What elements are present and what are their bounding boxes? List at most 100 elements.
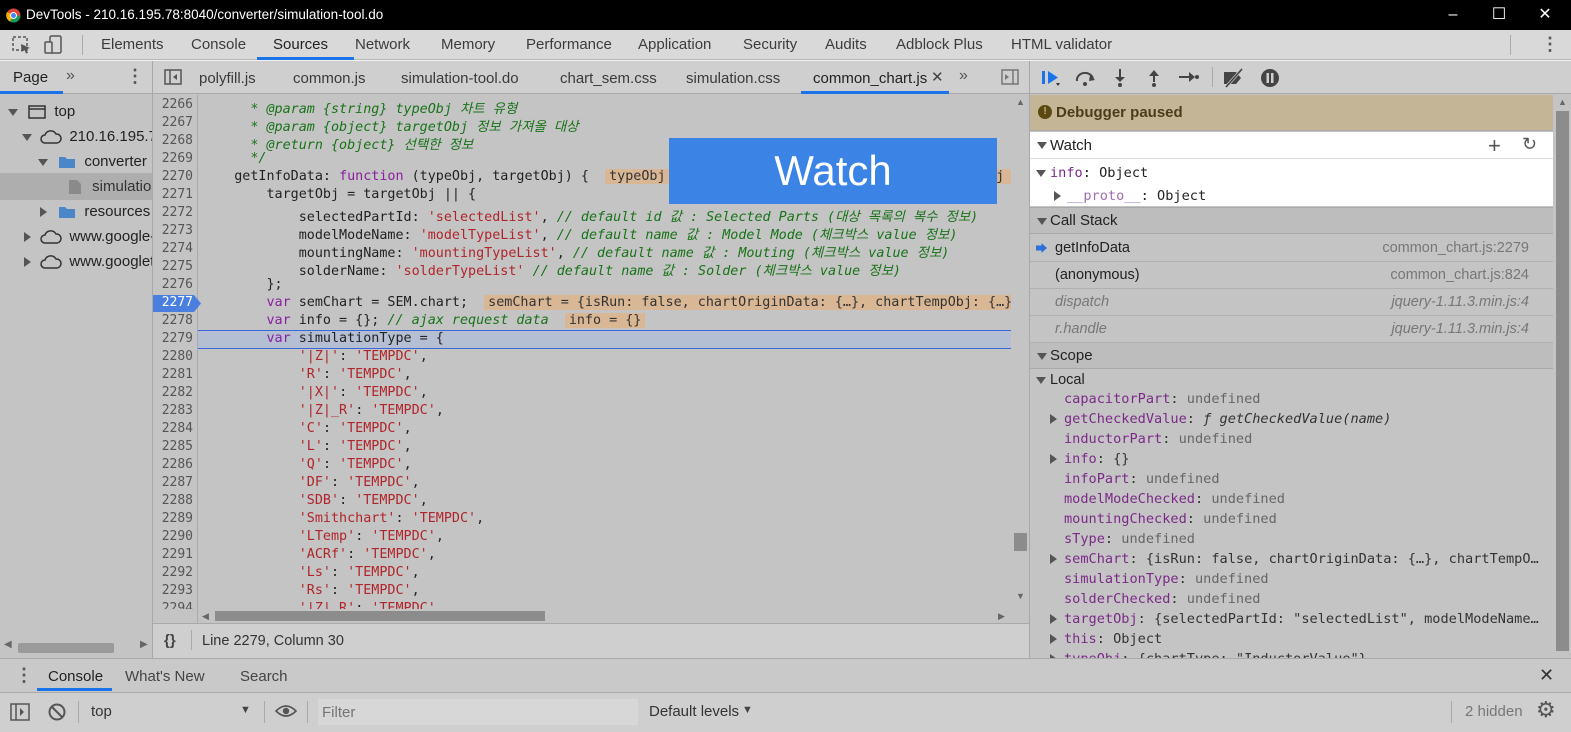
line-number[interactable]: 2272 — [153, 205, 193, 220]
code-line[interactable]: selectedPartId: 'selectedList', // defau… — [202, 205, 978, 225]
context-selector[interactable]: top — [91, 703, 112, 720]
tab-network[interactable]: Network — [355, 36, 410, 53]
file-tab-simulation-tool[interactable]: simulation-tool.do — [401, 70, 519, 87]
expand-icon[interactable] — [1050, 554, 1057, 564]
code-line[interactable]: 'DF': 'TEMPDC', — [202, 475, 420, 490]
tab-audits[interactable]: Audits — [825, 36, 867, 53]
close-tab-icon[interactable]: ✕ — [931, 68, 944, 86]
line-number[interactable]: 2271 — [153, 187, 193, 202]
code-line[interactable]: 'ACRf': 'TEMPDC', — [202, 547, 436, 562]
scope-variable[interactable]: simulationType: undefined — [1064, 571, 1269, 587]
console-sidebar-icon[interactable] — [10, 703, 30, 721]
tab-adblock-plus[interactable]: Adblock Plus — [896, 36, 983, 53]
code-line[interactable]: '|Z|': 'TEMPDC', — [202, 349, 428, 364]
scope-variable[interactable]: info: {} — [1050, 451, 1130, 467]
code-line[interactable]: var simulationType = { — [202, 331, 444, 346]
code-line[interactable]: '|Z|_R': 'TEMPDC', — [202, 601, 444, 609]
scope-variable[interactable]: semChart: {isRun: false, chartOriginData… — [1050, 551, 1539, 567]
chevron-down-icon[interactable]: ▼ — [742, 704, 753, 716]
line-number[interactable]: 2274 — [153, 241, 193, 256]
watch-header[interactable]: Watch + ↻ — [1030, 132, 1567, 159]
tab-html-validator[interactable]: HTML validator — [1011, 36, 1112, 53]
clear-console-icon[interactable] — [47, 702, 67, 722]
code-line[interactable]: * @return {object} 선택한 정보 — [202, 133, 473, 153]
code-line[interactable]: */ — [202, 151, 266, 166]
tab-security[interactable]: Security — [743, 36, 797, 53]
toggle-debugger-icon[interactable] — [1001, 69, 1019, 85]
scope-variable[interactable]: sType: undefined — [1064, 531, 1195, 547]
code-line[interactable]: 'Rs': 'TEMPDC', — [202, 583, 420, 598]
scope-variable[interactable]: targetObj: {selectedPartId: "selectedLis… — [1050, 611, 1539, 627]
sidebar-v-scrollbar[interactable]: ▲ — [1553, 95, 1571, 658]
line-number[interactable]: 2268 — [153, 133, 193, 148]
frame-location[interactable]: jquery-1.11.3.min.js:4 — [1391, 294, 1529, 310]
drawer-tab-whats-new[interactable]: What's New — [125, 668, 205, 685]
maximize-button[interactable]: ☐ — [1476, 0, 1522, 30]
line-number[interactable]: 2270 — [153, 169, 193, 184]
line-number[interactable]: 2282 — [153, 385, 193, 400]
navigator-menu-icon[interactable]: ⋮ — [126, 66, 144, 87]
tree-item-top[interactable]: top — [8, 103, 75, 120]
refresh-watch-icon[interactable]: ↻ — [1522, 134, 1537, 155]
scope-variable[interactable]: capacitorPart: undefined — [1064, 391, 1260, 407]
line-number[interactable]: 2283 — [153, 403, 193, 418]
call-frame[interactable]: (anonymous) common_chart.js:824 — [1030, 262, 1553, 289]
line-number[interactable]: 2278 — [153, 313, 193, 328]
code-line[interactable]: 'LTemp': 'TEMPDC', — [202, 529, 444, 544]
code-line[interactable]: '|X|': 'TEMPDC', — [202, 385, 428, 400]
line-number[interactable]: 2291 — [153, 547, 193, 562]
call-frame[interactable]: getInfoData common_chart.js:2279 — [1030, 235, 1553, 262]
more-files-icon[interactable]: » — [959, 67, 968, 85]
step-into-icon[interactable] — [1112, 68, 1128, 88]
code-line[interactable]: 'R': 'TEMPDC', — [202, 367, 412, 382]
code-line[interactable]: 'C': 'TEMPDC', — [202, 421, 412, 436]
code-line[interactable]: 'Smithchart': 'TEMPDC', — [202, 511, 484, 526]
line-number[interactable]: 2269 — [153, 151, 193, 166]
call-frame[interactable]: r.handle jquery-1.11.3.min.js:4 — [1030, 316, 1553, 343]
line-number[interactable]: 2279 — [153, 331, 193, 346]
console-filter-input[interactable] — [318, 699, 638, 725]
call-frame[interactable]: dispatch jquery-1.11.3.min.js:4 — [1030, 289, 1553, 316]
line-number[interactable]: 2276 — [153, 277, 193, 292]
scope-variable[interactable]: infoPart: undefined — [1064, 471, 1220, 487]
pause-on-exceptions-icon[interactable] — [1260, 68, 1280, 88]
expand-icon[interactable] — [1050, 634, 1057, 644]
line-number[interactable]: 2293 — [153, 583, 193, 598]
expand-icon[interactable] — [1050, 454, 1057, 464]
console-settings-gear-icon[interactable]: ⚙ — [1536, 697, 1556, 723]
step-out-icon[interactable] — [1146, 68, 1162, 88]
line-number[interactable]: 2294 — [153, 601, 193, 609]
tree-item-host[interactable]: 210.16.195.78 — [22, 128, 165, 145]
tab-application[interactable]: Application — [638, 36, 711, 53]
code-line[interactable]: solderName: 'solderTypeList' // default … — [202, 259, 901, 279]
minimize-button[interactable]: – — [1430, 0, 1476, 30]
expand-icon[interactable] — [1050, 414, 1057, 424]
tree-item-google-2[interactable]: www.googlet — [22, 253, 154, 270]
live-expression-eye-icon[interactable] — [275, 704, 297, 718]
scope-variable[interactable]: getCheckedValue: ƒ getCheckedValue(name) — [1050, 411, 1391, 427]
scope-variable[interactable]: mountingChecked: undefined — [1064, 511, 1277, 527]
tab-console[interactable]: Console — [191, 36, 246, 53]
code-line[interactable]: 'Q': 'TEMPDC', — [202, 457, 412, 472]
deactivate-breakpoints-icon[interactable] — [1222, 68, 1246, 88]
step-icon[interactable] — [1178, 69, 1200, 85]
close-window-button[interactable]: ✕ — [1522, 0, 1568, 30]
tree-item-resources[interactable]: resources — [38, 203, 150, 220]
line-number[interactable]: 2286 — [153, 457, 193, 472]
code-line[interactable]: targetObj = targetObj || { — [202, 187, 477, 202]
code-line[interactable]: 'SDB': 'TEMPDC', — [202, 493, 428, 508]
expand-icon[interactable] — [1050, 614, 1057, 624]
scope-variable[interactable]: typeObj: {chartType: "InductorValue"} — [1050, 651, 1367, 658]
navigator-h-scrollbar[interactable] — [18, 643, 114, 653]
frame-location[interactable]: jquery-1.11.3.min.js:4 — [1391, 321, 1529, 337]
frame-location[interactable]: common_chart.js:824 — [1390, 267, 1529, 283]
log-levels-dropdown[interactable]: Default levels — [649, 703, 739, 720]
scope-variable[interactable]: this: Object — [1050, 631, 1162, 647]
code-line[interactable]: 'Ls': 'TEMPDC', — [202, 565, 420, 580]
line-number[interactable]: 2285 — [153, 439, 193, 454]
step-over-icon[interactable] — [1074, 69, 1098, 87]
pretty-print-icon[interactable]: {} — [164, 632, 176, 649]
line-number[interactable]: 2280 — [153, 349, 193, 364]
code-line[interactable]: '|Z|_R': 'TEMPDC', — [202, 403, 444, 418]
inspect-element-icon[interactable] — [12, 36, 32, 54]
